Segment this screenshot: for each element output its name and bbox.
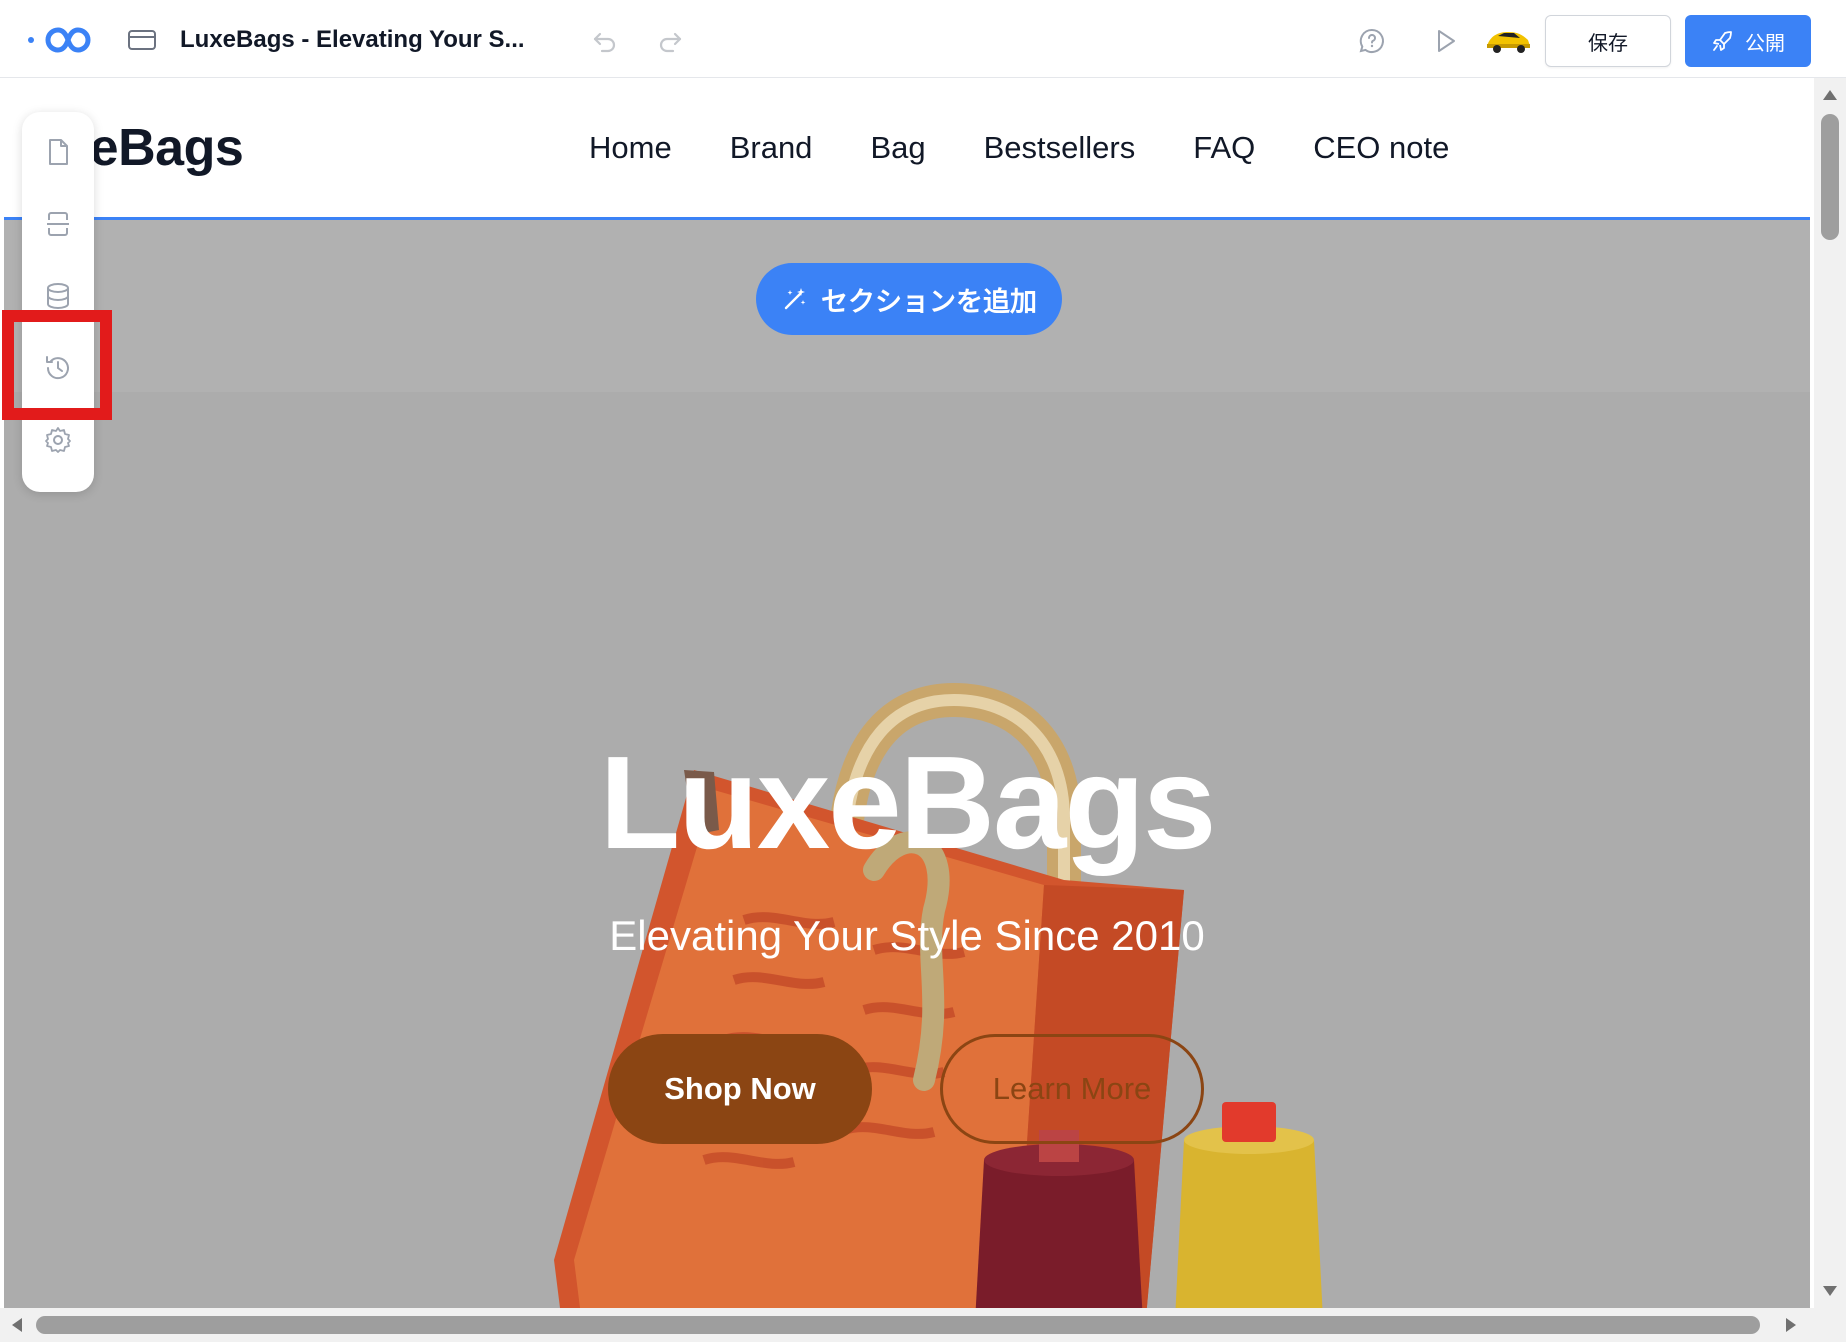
tool-rail: [22, 112, 94, 492]
undo-icon[interactable]: [590, 26, 620, 56]
nav-link-bag[interactable]: Bag: [870, 128, 925, 168]
hero-section[interactable]: LuxeBags Elevating Your Style Since 2010…: [4, 220, 1810, 1308]
magic-wand-icon: [784, 288, 806, 310]
history-highlight-box: [2, 310, 112, 420]
user-avatar[interactable]: [1484, 22, 1532, 56]
scroll-up-arrow-icon[interactable]: [1823, 90, 1837, 100]
publish-button[interactable]: 公開: [1685, 15, 1811, 67]
file-icon[interactable]: [42, 136, 74, 168]
editor-topbar: LuxeBags - Elevating Your S... 保存 公開: [0, 0, 1846, 78]
gear-icon[interactable]: [42, 424, 74, 456]
play-icon[interactable]: [1430, 26, 1460, 56]
publish-label: 公開: [1745, 32, 1785, 55]
nav-link-home[interactable]: Home: [589, 128, 672, 168]
help-chat-icon[interactable]: [1357, 26, 1387, 56]
shop-now-button[interactable]: Shop Now: [608, 1034, 872, 1144]
hero-title[interactable]: LuxeBags: [4, 728, 1810, 878]
redo-icon[interactable]: [655, 26, 685, 56]
add-section-label: セクションを追加: [821, 286, 1037, 317]
nav-link-faq[interactable]: FAQ: [1193, 128, 1255, 168]
site-nav-links: Home Brand Bag Bestsellers FAQ CEO note: [589, 128, 1507, 168]
horizontal-scrollbar[interactable]: [0, 1308, 1814, 1342]
horizontal-scroll-thumb[interactable]: [36, 1316, 1760, 1334]
database-icon[interactable]: [42, 280, 74, 312]
scroll-down-arrow-icon[interactable]: [1823, 1286, 1837, 1296]
rocket-icon: [1713, 31, 1732, 51]
save-button[interactable]: 保存: [1545, 15, 1671, 67]
vertical-scrollbar[interactable]: [1814, 78, 1846, 1308]
scroll-right-arrow-icon[interactable]: [1786, 1318, 1796, 1332]
nav-link-ceo-note[interactable]: CEO note: [1313, 128, 1449, 168]
infinity-logo-icon[interactable]: [26, 22, 96, 58]
editor-canvas[interactable]: uxeBags Home Brand Bag Bestsellers FAQ C…: [4, 78, 1810, 1308]
site-navbar[interactable]: uxeBags Home Brand Bag Bestsellers FAQ C…: [4, 78, 1810, 220]
scroll-left-arrow-icon[interactable]: [12, 1318, 22, 1332]
browser-window-icon[interactable]: [127, 28, 157, 52]
learn-more-button[interactable]: Learn More: [940, 1034, 1204, 1144]
hero-subtitle[interactable]: Elevating Your Style Since 2010: [4, 908, 1810, 964]
add-section-button[interactable]: セクションを追加: [756, 263, 1062, 335]
nav-link-bestsellers[interactable]: Bestsellers: [984, 128, 1136, 168]
scrollbar-corner: [1814, 1308, 1846, 1342]
section-layout-icon[interactable]: [42, 208, 74, 240]
project-title[interactable]: LuxeBags - Elevating Your S...: [180, 24, 525, 56]
nav-link-brand[interactable]: Brand: [730, 128, 813, 168]
vertical-scroll-thumb[interactable]: [1821, 114, 1839, 240]
